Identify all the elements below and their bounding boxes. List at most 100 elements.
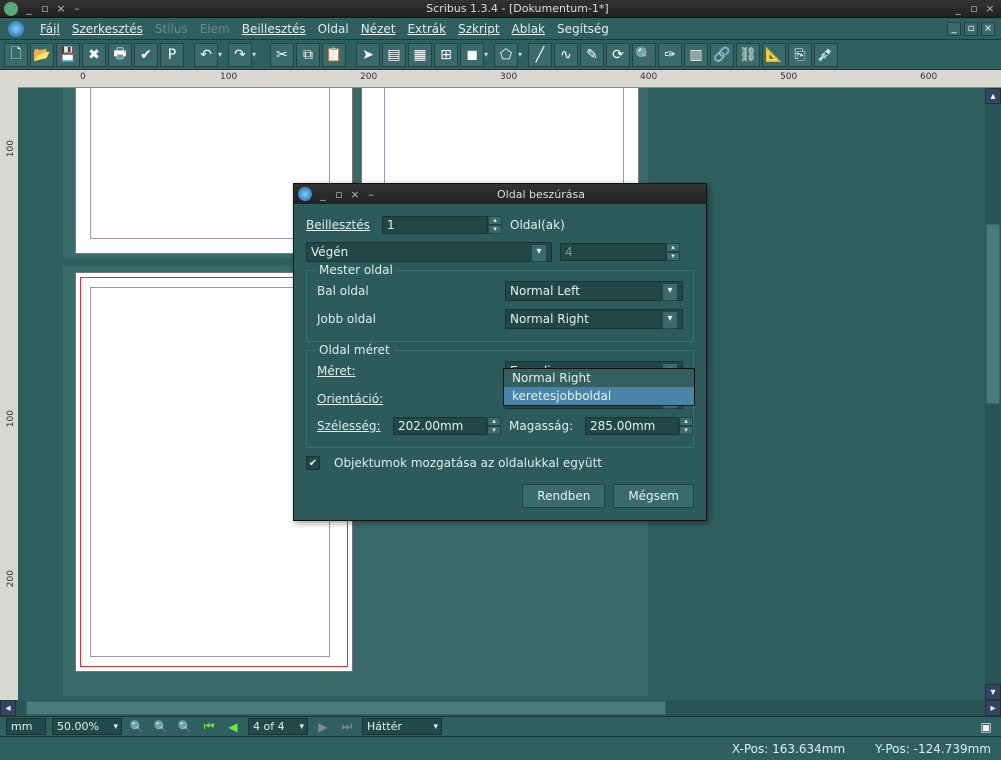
link-icon[interactable]: 🔗 <box>710 43 734 67</box>
print-icon[interactable]: 🖶 <box>108 43 132 67</box>
menu-file[interactable]: Fájl <box>40 22 60 36</box>
dialog-close-icon[interactable]: × <box>348 188 362 201</box>
next-page-icon[interactable]: ▶ <box>314 718 332 736</box>
mdi-close-icon[interactable]: × <box>981 22 995 36</box>
app-icon <box>4 2 18 16</box>
menu-style[interactable]: Stílus <box>155 22 188 36</box>
ok-button[interactable]: Rendben <box>522 484 605 508</box>
window-max-icon[interactable]: ▫ <box>967 2 981 16</box>
menu-page[interactable]: Oldal <box>318 22 349 36</box>
dialog-restore-icon[interactable]: ▫ <box>332 188 346 201</box>
eyedropper-icon[interactable]: 💉 <box>814 43 838 67</box>
unit-selector[interactable]: mm <box>6 718 46 735</box>
scroll-down-icon[interactable]: ▾ <box>985 684 1001 700</box>
textframe-icon[interactable]: ▤ <box>382 43 406 67</box>
last-page-icon[interactable]: ⏭ <box>338 718 356 736</box>
edit-content-icon[interactable]: ✑ <box>658 43 682 67</box>
scroll-left-icon[interactable]: ◂ <box>0 700 16 716</box>
zoom-in-icon[interactable]: 🔍 <box>176 718 194 736</box>
vertical-scrollbar[interactable]: ▴ ▾ <box>985 88 1001 700</box>
dialog-min-icon[interactable]: _ <box>316 188 330 201</box>
pages-label: Oldal(ak) <box>510 218 565 232</box>
insert-count-input[interactable] <box>382 216 488 234</box>
table-icon[interactable]: ⊞ <box>434 43 458 67</box>
zoom-out-icon[interactable]: 🔍 <box>128 718 146 736</box>
zoom-icon[interactable]: 🔍 <box>632 43 656 67</box>
imageframe-icon[interactable]: ▦ <box>408 43 432 67</box>
position-combo[interactable]: Végén <box>306 242 552 262</box>
undo-icon[interactable]: ↶ <box>194 43 218 67</box>
move-objects-label: Objektumok mozgatása az oldalukkal együt… <box>334 456 602 470</box>
open-icon[interactable]: 📂 <box>30 43 54 67</box>
window-minimize2-icon[interactable]: _ <box>951 2 965 16</box>
dialog-shade-icon[interactable]: – <box>364 188 378 201</box>
line-icon[interactable]: ╱ <box>528 43 552 67</box>
window-minimize-icon[interactable]: _ <box>22 2 36 16</box>
window-close2-icon[interactable]: × <box>983 2 997 16</box>
new-icon[interactable]: 🗋 <box>4 43 28 67</box>
dialog-titlebar[interactable]: _ ▫ × – Oldal beszúrása <box>294 184 706 204</box>
dropdown-option-normal-right[interactable]: Normal Right <box>504 369 694 387</box>
window-shade-icon[interactable]: – <box>70 2 84 16</box>
close-doc-icon[interactable]: ✖ <box>82 43 106 67</box>
copy-props-icon[interactable]: ⎘ <box>788 43 812 67</box>
window-restore-icon[interactable]: ▫ <box>38 2 52 16</box>
menu-edit[interactable]: Szerkesztés <box>72 22 143 36</box>
menu-insert[interactable]: Beillesztés <box>242 22 306 36</box>
window-close-icon[interactable]: × <box>54 2 68 16</box>
width-input[interactable] <box>393 417 487 435</box>
measure-icon[interactable]: 📐 <box>762 43 786 67</box>
height-input[interactable] <box>585 417 679 435</box>
preview-icon[interactable]: ▣ <box>977 718 995 736</box>
preflight-icon[interactable]: ✔ <box>134 43 158 67</box>
right-master-combo[interactable]: Normal Right <box>505 309 683 329</box>
move-objects-checkbox[interactable]: ✔ <box>306 456 320 470</box>
polygon-icon[interactable]: ⬠ <box>494 43 518 67</box>
left-master-combo[interactable]: Normal Left <box>505 281 683 301</box>
rotate-icon[interactable]: ⟳ <box>606 43 630 67</box>
horizontal-scrollbar[interactable]: ◂ ▸ <box>0 700 1001 716</box>
menu-help[interactable]: Segítség <box>557 22 609 36</box>
right-master-dropdown[interactable]: Normal Right keretesjobboldal <box>503 368 695 406</box>
zoom-fit-icon[interactable]: 🔍 <box>152 718 170 736</box>
dropdown-option-keretes[interactable]: keretesjobboldal <box>504 387 694 405</box>
menu-view[interactable]: Nézet <box>361 22 396 36</box>
page-nav-field[interactable]: 4 of 4 <box>248 718 308 735</box>
height-spin[interactable]: ▴▾ <box>585 417 693 435</box>
select-icon[interactable]: ➤ <box>356 43 380 67</box>
shape-icon[interactable]: ◼ <box>460 43 484 67</box>
pdf-icon[interactable]: P <box>160 43 184 67</box>
redo-icon[interactable]: ↷ <box>228 43 252 67</box>
save-icon[interactable]: 💾 <box>56 43 80 67</box>
menu-script[interactable]: Szkript <box>458 22 499 36</box>
cut-icon[interactable]: ✂ <box>270 43 294 67</box>
prev-page-icon[interactable]: ◀ <box>224 718 242 736</box>
orientation-label: Orientáció: <box>317 392 497 406</box>
layer-selector[interactable]: Háttér <box>362 718 442 735</box>
paste-icon[interactable]: 📋 <box>322 43 346 67</box>
menu-extras[interactable]: Extrák <box>407 22 446 36</box>
ypos-readout: Y-Pos: -124.739mm <box>875 742 991 756</box>
menu-window[interactable]: Ablak <box>512 22 545 36</box>
zoom-field[interactable]: 50.00% <box>52 718 122 735</box>
horizontal-ruler: 0 100 200 300 400 500 600 <box>18 70 1001 88</box>
copy-icon[interactable]: ⧉ <box>296 43 320 67</box>
freehand-icon[interactable]: ✎ <box>580 43 604 67</box>
zoom-bar: mm 50.00% 🔍 🔍 🔍 ⏮ ◀ 4 of 4 ▶ ⏭ Háttér ▣ <box>0 716 1001 736</box>
mdi-restore-icon[interactable]: ▫ <box>964 22 978 36</box>
story-editor-icon[interactable]: ▥ <box>684 43 708 67</box>
spin-up-icon[interactable]: ▴ <box>488 216 502 225</box>
unlink-icon[interactable]: ⛓ <box>736 43 760 67</box>
bezier-icon[interactable]: ∿ <box>554 43 578 67</box>
scribus-logo-icon <box>8 21 24 37</box>
spin-down-icon[interactable]: ▾ <box>488 225 502 234</box>
menu-item[interactable]: Elem <box>200 22 230 36</box>
scroll-up-icon[interactable]: ▴ <box>985 88 1001 104</box>
size-label: Méret: <box>317 364 497 378</box>
cancel-button[interactable]: Mégsem <box>613 484 694 508</box>
first-page-icon[interactable]: ⏮ <box>200 718 218 736</box>
mdi-minimize-icon[interactable]: _ <box>947 22 961 36</box>
scroll-right-icon[interactable]: ▸ <box>985 700 1001 716</box>
width-spin[interactable]: ▴▾ <box>393 417 501 435</box>
insert-count-spin[interactable]: ▴▾ <box>382 216 502 234</box>
